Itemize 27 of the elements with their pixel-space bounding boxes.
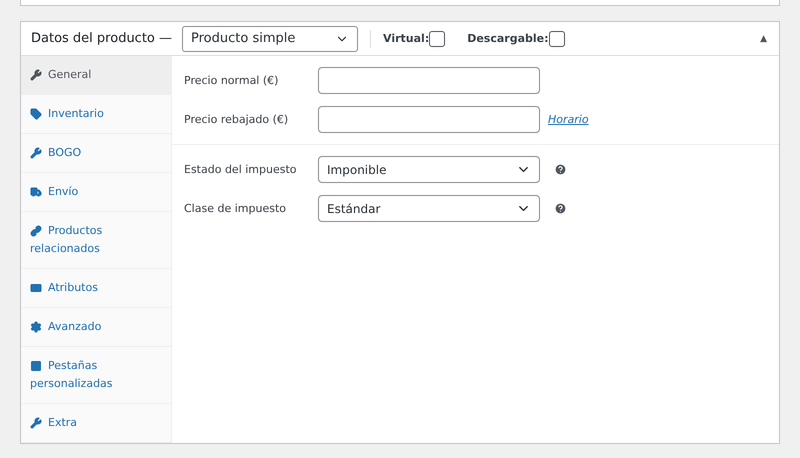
- panel-title: Datos del producto —: [31, 31, 172, 46]
- checkbox[interactable]: [429, 30, 446, 46]
- help-icon[interactable]: [554, 202, 567, 215]
- sidebar-tab[interactable]: Atributos: [21, 269, 171, 308]
- sidebar-tab[interactable]: Pestañas personalizadas: [21, 347, 171, 404]
- sidebar-tab[interactable]: Productos relacionados: [21, 212, 171, 269]
- input-field[interactable]: [318, 106, 540, 133]
- field-label: Clase de impuesto: [184, 202, 287, 215]
- schedule-link[interactable]: Horario: [548, 113, 589, 126]
- field-label: Precio rebajado (€): [184, 113, 290, 126]
- product-type-select[interactable]: Producto simple: [182, 26, 358, 52]
- field-label: Estado del impuesto: [184, 163, 298, 176]
- field-label: Precio normal (€): [184, 74, 280, 87]
- sidebar-tab[interactable]: General: [21, 56, 171, 95]
- input-field[interactable]: [318, 67, 540, 94]
- select-field[interactable]: Imponible: [318, 156, 540, 183]
- sidebar-tab[interactable]: Envío: [21, 173, 171, 212]
- collapse-toggle[interactable]: ▲: [760, 34, 767, 44]
- checkbox[interactable]: [548, 30, 565, 46]
- help-icon[interactable]: [554, 163, 567, 176]
- sidebar-tab[interactable]: Avanzado: [21, 308, 171, 347]
- sidebar-tab[interactable]: Inventario: [21, 95, 171, 134]
- option-label: Descargable:: [467, 32, 549, 45]
- sidebar-tab[interactable]: Extra: [21, 404, 171, 443]
- option-label: Virtual:: [383, 32, 430, 45]
- select-field[interactable]: Estándar: [318, 195, 540, 222]
- sidebar-tab[interactable]: BOGO: [21, 134, 171, 173]
